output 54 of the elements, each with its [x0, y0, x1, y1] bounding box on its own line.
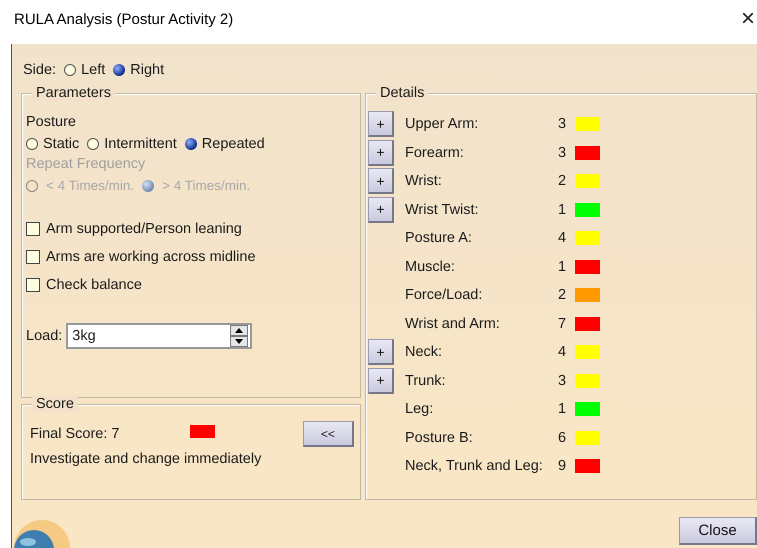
- detail-label: Neck, Trunk and Leg:: [405, 458, 544, 474]
- detail-label: Posture A:: [405, 230, 473, 246]
- detail-score: 7: [558, 316, 568, 332]
- detail-label: Posture B:: [405, 430, 474, 446]
- detail-label: Force/Load:: [405, 287, 484, 304]
- detail-score: 1: [558, 258, 568, 275]
- detail-score: 6: [558, 430, 568, 446]
- detail-label: Wrist Twist:: [405, 202, 480, 218]
- detail-label: Leg:: [405, 401, 434, 418]
- side-label: Side:: [23, 62, 56, 78]
- radio-button[interactable]: Repeated: [184, 136, 265, 152]
- collapse-button[interactable]: <<: [302, 421, 354, 447]
- detail-score: 3: [558, 144, 568, 161]
- detail-label: Trunk:: [405, 372, 447, 389]
- detail-label: Forearm:: [405, 144, 465, 161]
- posture-label: Posture: [26, 114, 77, 130]
- detail-score: 9: [558, 458, 568, 474]
- detail-score: 2: [558, 287, 568, 304]
- radio-button[interactable]: Left: [64, 62, 106, 78]
- load-field[interactable]: 3kg: [66, 323, 252, 349]
- detail-score: 1: [558, 401, 568, 418]
- expand-button[interactable]: +: [368, 168, 394, 194]
- final-score-label: Final Score: 7: [30, 426, 120, 442]
- detail-score: 3: [558, 116, 568, 132]
- radio-button[interactable]: Intermittent: [87, 136, 177, 152]
- spin-buttons-icon[interactable]: [230, 325, 248, 347]
- detail-label: Muscle:: [405, 258, 456, 275]
- detail-label: Upper Arm:: [405, 116, 480, 132]
- close-button[interactable]: Close: [679, 517, 757, 545]
- expand-button[interactable]: +: [368, 111, 394, 138]
- radio-button[interactable]: Static: [26, 136, 80, 152]
- detail-score: 1: [558, 202, 568, 218]
- radio-button[interactable]: Right: [113, 62, 164, 78]
- globe-icon: [12, 518, 72, 548]
- detail-score: 3: [558, 372, 568, 389]
- close-button[interactable]: ×: [740, 5, 757, 33]
- window-title: RULA Analysis (Postur Activity 2): [14, 10, 234, 28]
- detail-score: 4: [558, 230, 568, 246]
- detail-label: Neck:: [405, 344, 444, 360]
- expand-button[interactable]: +: [368, 196, 394, 223]
- checkbox[interactable]: Check balance: [26, 277, 356, 293]
- load-label: Load:: [26, 328, 62, 344]
- expand-button[interactable]: +: [368, 140, 394, 166]
- repeat-frequency-label: Repeat Frequency: [26, 156, 146, 172]
- detail-score: 4: [558, 344, 568, 360]
- detail-label: Wrist:: [405, 173, 443, 190]
- expand-button[interactable]: +: [368, 339, 394, 366]
- score-message: Investigate and change immediately: [30, 451, 262, 467]
- detail-label: Wrist and Arm:: [405, 316, 501, 332]
- checkbox[interactable]: Arms are working across midline: [26, 249, 356, 265]
- expand-button[interactable]: +: [368, 368, 394, 394]
- checkbox[interactable]: Arm supported/Person leaning: [26, 221, 356, 237]
- detail-score: 2: [558, 173, 568, 190]
- group-title: Score: [32, 395, 78, 413]
